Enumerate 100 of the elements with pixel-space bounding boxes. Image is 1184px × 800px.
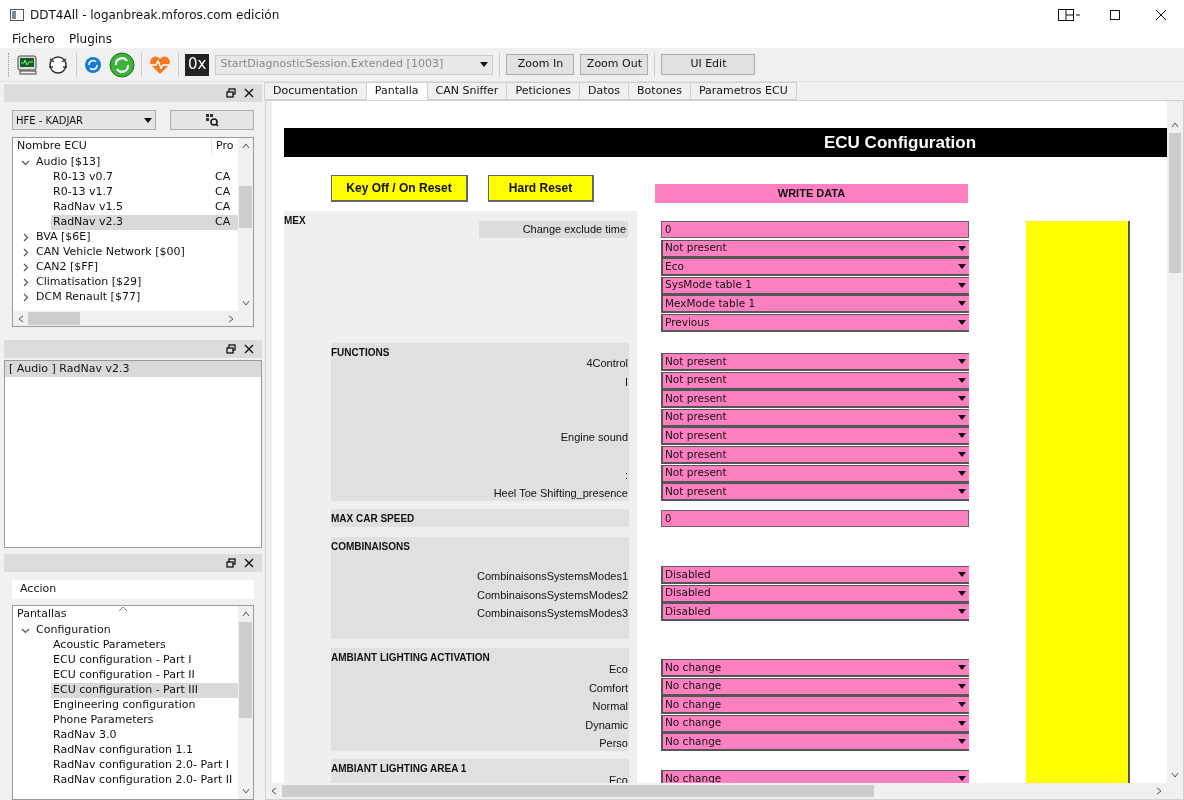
tree-item[interactable]: RadNav configuration 2.0- Part I	[51, 758, 238, 773]
toolbar-button[interactable]: UI Edit	[661, 54, 756, 75]
menu-item[interactable]: Fichero	[12, 30, 55, 48]
menu-item[interactable]: Plugins	[68, 30, 112, 48]
dropdown[interactable]: Not present	[661, 371, 969, 390]
list-item[interactable]: [ Audio ] RadNav v2.3	[5, 361, 261, 377]
write-data-button[interactable]: WRITE DATA	[655, 184, 968, 203]
dropdown[interactable]: No change	[661, 696, 969, 715]
scroll-thumb[interactable]	[28, 312, 80, 325]
dropdown[interactable]: No change	[661, 733, 969, 752]
scrollbar[interactable]	[238, 138, 253, 311]
scroll-thumb[interactable]	[239, 622, 252, 718]
tree-item[interactable]: BVA [$6E]	[13, 230, 238, 245]
tree-item[interactable]: Acoustic Parameters	[51, 638, 238, 653]
scroll-thumb[interactable]	[239, 186, 252, 228]
action-field[interactable]: Accion	[12, 580, 254, 599]
tree-item[interactable]: CAN2 [$FF]	[13, 260, 238, 275]
close-icon[interactable]	[244, 88, 254, 98]
float-icon[interactable]	[226, 558, 236, 568]
scroll-thumb[interactable]	[282, 785, 874, 797]
tree-item[interactable]: Phone Parameters	[51, 713, 238, 728]
scroll-right-icon[interactable]	[1155, 787, 1163, 795]
dropdown[interactable]: Eco	[661, 258, 969, 277]
tree-item[interactable]: ECU configuration - Part II	[51, 668, 238, 683]
tree-item[interactable]: Audio [$13]	[13, 155, 238, 170]
expand-icon[interactable]	[21, 278, 30, 287]
horizontal-scrollbar[interactable]	[13, 311, 253, 326]
close-icon[interactable]	[244, 344, 254, 354]
tree-item[interactable]: RadNav v2.3 CA	[51, 215, 238, 230]
scroll-down-icon[interactable]	[241, 787, 250, 795]
tab[interactable]: Parametros ECU	[689, 82, 797, 100]
dropdown[interactable]: Disabled	[661, 584, 969, 603]
tree-item[interactable]: R0-13 v0.7 CA	[51, 170, 238, 185]
tree-item[interactable]: ECU configuration - Part I	[51, 653, 238, 668]
dropdown[interactable]: SysMode table 1	[661, 276, 969, 295]
dropdown[interactable]: Not present	[661, 464, 969, 483]
dropdown[interactable]: HFE - KADJAR	[12, 110, 157, 130]
tab[interactable]: Documentation	[264, 82, 367, 100]
search-button[interactable]	[170, 110, 254, 130]
value-field[interactable]: 0	[661, 510, 969, 527]
reload-icon[interactable]	[109, 51, 135, 78]
value-field[interactable]: 0	[661, 221, 969, 238]
tree-item[interactable]: R0-13 v1.7 CA	[51, 185, 238, 200]
collapse-icon[interactable]	[21, 626, 30, 635]
dropdown[interactable]: Not present	[661, 446, 969, 464]
dropdown[interactable]: MexMode table 1	[661, 295, 969, 314]
tree-item[interactable]: RadNav v1.5 CA	[51, 200, 238, 215]
tree-item[interactable]: RadNav configuration 2.0- Part II	[51, 773, 238, 788]
scrollbar[interactable]	[238, 606, 253, 799]
dropdown[interactable]: Not present	[661, 390, 969, 409]
expand-icon[interactable]	[21, 233, 30, 242]
scroll-up-icon[interactable]	[241, 142, 250, 150]
scroll-thumb[interactable]	[1169, 133, 1181, 273]
scroll-right-icon[interactable]	[227, 314, 235, 323]
dropdown[interactable]: No change	[661, 770, 969, 783]
expand-icon[interactable]	[21, 248, 30, 257]
tree-item[interactable]: Configuration	[13, 623, 238, 638]
dropdown[interactable]: No change	[661, 714, 969, 733]
toolbar-button[interactable]: Zoom In	[506, 54, 575, 75]
column-header[interactable]: Nombre ECU	[13, 138, 211, 155]
close-icon[interactable]	[244, 558, 254, 568]
expand-icon[interactable]	[21, 263, 30, 272]
tree-item[interactable]: CAN Vehicle Network [$00]	[13, 245, 238, 260]
dropdown[interactable]: Not present	[661, 427, 969, 446]
scroll-left-icon[interactable]	[270, 787, 278, 795]
dropdown[interactable]: Not present	[661, 239, 969, 258]
float-icon[interactable]	[226, 344, 236, 354]
scroll-down-icon[interactable]	[241, 299, 250, 307]
column-header[interactable]: Pro	[211, 138, 234, 155]
tab[interactable]: CAN Sniffer	[426, 82, 508, 100]
hex-toggle[interactable]: 0x	[185, 53, 210, 76]
dropdown[interactable]: Not present	[661, 353, 969, 371]
tab[interactable]: Datos	[579, 82, 630, 100]
monitor-icon[interactable]	[16, 53, 40, 76]
tab[interactable]: Peticiones	[506, 82, 581, 100]
scroll-down-icon[interactable]	[1171, 771, 1179, 779]
dropdown[interactable]: Disabled	[661, 566, 969, 584]
tree-item[interactable]: RadNav 3.0	[51, 728, 238, 743]
reset-button[interactable]: Key Off / On Reset	[331, 175, 468, 202]
scroll-left-icon[interactable]	[17, 314, 25, 323]
column-header[interactable]: Pantallas	[17, 606, 67, 623]
scroll-up-icon[interactable]	[1171, 121, 1179, 129]
tab[interactable]: Pantalla	[365, 82, 428, 100]
tree-item[interactable]: ECU configuration - Part III	[51, 683, 238, 698]
tree-item[interactable]: RadNav configuration 1.1	[51, 743, 238, 758]
refresh-icon[interactable]	[83, 54, 103, 75]
expand-icon[interactable]	[21, 293, 30, 302]
scroll-up-icon[interactable]	[241, 610, 250, 618]
tree-item[interactable]: DCM Renault [$77]	[13, 290, 238, 305]
dropdown[interactable]: No change	[661, 659, 969, 677]
tree-item[interactable]: Climatisation [$29]	[13, 275, 238, 290]
tree-item[interactable]: Engineering configuration	[51, 698, 238, 713]
toolbar-button[interactable]: Zoom Out	[580, 54, 649, 75]
dropdown[interactable]: Previous	[661, 314, 969, 332]
collapse-icon[interactable]	[21, 158, 30, 167]
dropdown[interactable]: No change	[661, 677, 969, 696]
tab[interactable]: Botones	[628, 82, 691, 100]
dropdown[interactable]: Not present	[661, 483, 969, 502]
dropdown[interactable]: Disabled	[661, 603, 969, 622]
reset-button[interactable]: Hard Reset	[488, 175, 594, 202]
